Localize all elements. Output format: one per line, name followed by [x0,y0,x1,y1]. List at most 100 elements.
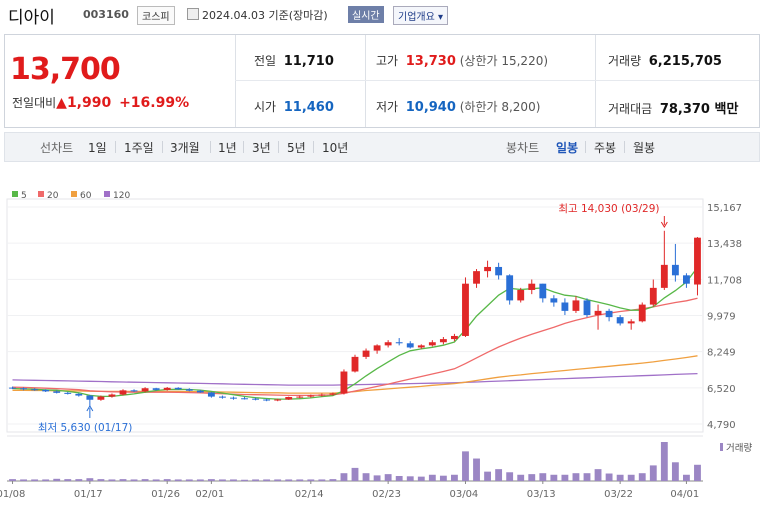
volume-bar [451,474,458,481]
candle [539,283,547,299]
volume-bar [185,479,193,481]
candle [163,387,171,390]
tab-3year[interactable]: 3년 [252,139,271,156]
tab-1year[interactable]: 1년 [218,139,237,156]
x-tick-label: 02/01 [195,489,224,500]
tab-weekly[interactable]: 주봉 [594,139,616,156]
y-tick-label: 13,438 [707,239,742,250]
legend-label: 60 [80,191,92,201]
candle [141,388,149,392]
volume-bar [163,479,171,481]
candle [20,388,27,390]
candle [86,395,94,400]
volume-bar [263,479,271,481]
volume-bar [638,473,646,481]
volume-bar [495,469,503,481]
volume-bar [362,473,370,481]
current-price: 13,700 [10,52,121,87]
candle [185,389,193,391]
upper-limit: (상한가 15,220) [459,54,549,68]
y-tick-label: 4,790 [707,420,736,431]
x-tick-label: 01/26 [151,489,180,500]
candle [307,395,315,397]
volume-bar [683,474,690,481]
candle [97,396,105,400]
candle [285,397,293,400]
moving-average-ma5 [12,267,699,400]
candle [406,343,414,348]
volume-bar [572,473,580,481]
volume-bar [351,467,359,481]
divider [365,35,366,127]
candle [384,342,392,346]
tab-monthly[interactable]: 월봉 [633,139,655,156]
base-date: 2024.04.03 기준(장마감) [202,9,328,22]
low-annotation: 최저 5,630 (01/17) [38,422,133,434]
candle [230,397,237,399]
volume-bar [439,475,447,481]
candle [119,390,127,395]
volume-bar [649,465,657,481]
volume-bar [86,478,94,481]
volume-bar [671,462,679,481]
volume-bar [64,479,72,481]
volume-bar [627,474,635,481]
tab-10year[interactable]: 10년 [322,139,348,156]
price-change: 전일대비▲1,990 +16.99% [12,94,189,111]
prev-close: 전일 11,710 [254,52,334,69]
prev-value: 11,710 [283,54,334,69]
candle [649,287,657,305]
high-annotation: 최고 14,030 (03/29) [558,203,659,215]
candle [31,389,39,391]
volume-bar [274,479,282,481]
candle [42,389,50,392]
candle [660,264,668,288]
y-tick-label: 15,167 [707,203,742,214]
y-tick-label: 11,708 [707,275,742,286]
volume-bar [395,476,403,481]
market-badge: 코스피 [137,6,175,25]
candle [594,310,602,316]
candle [196,390,204,393]
volume-bar [550,474,558,481]
candle [473,271,480,284]
realtime-button[interactable]: 실시간 [348,6,384,23]
chevron-down-icon: ▾ [438,12,444,23]
volume-bar [417,476,425,481]
open-value: 11,460 [283,100,334,115]
y-tick-label: 6,520 [707,384,736,395]
volume-bar [141,479,149,481]
x-tick-label: 01/08 [0,489,25,500]
tab-daily[interactable]: 일봉 [556,139,578,156]
candle [296,396,304,398]
tab-1day[interactable]: 1일 [88,139,107,156]
volume-bar [484,471,491,481]
company-overview-dropdown[interactable]: 기업개요 ▾ [393,6,449,25]
volume-bar [660,442,668,481]
volume-bar [196,479,204,481]
tab-5year[interactable]: 5년 [287,139,306,156]
candle [274,399,282,401]
lower-limit: (하한가 8,200) [459,100,541,114]
tab-1week[interactable]: 1주일 [124,139,154,156]
volume-bar [53,478,61,481]
candle [252,398,259,400]
candle [517,289,525,301]
volume-bar [219,479,226,481]
tab-3month[interactable]: 3개월 [170,139,200,156]
volume-bar [20,479,27,481]
volume-bar [296,479,304,481]
volume-bar [119,479,127,481]
candle [108,394,116,397]
volume-bar [329,479,337,481]
volume-bar [285,479,293,481]
volume-value: 6,215,705 [648,54,722,69]
volume: 거래량 6,215,705 [608,52,722,69]
change-amount: ▲1,990 [56,95,112,111]
candle [572,300,580,311]
open-label: 시가 [254,100,277,114]
volume-bar [318,479,326,481]
volume-bar [174,479,182,481]
legend-swatch [38,191,44,197]
volume-legend-label: 거래량 [726,442,752,454]
